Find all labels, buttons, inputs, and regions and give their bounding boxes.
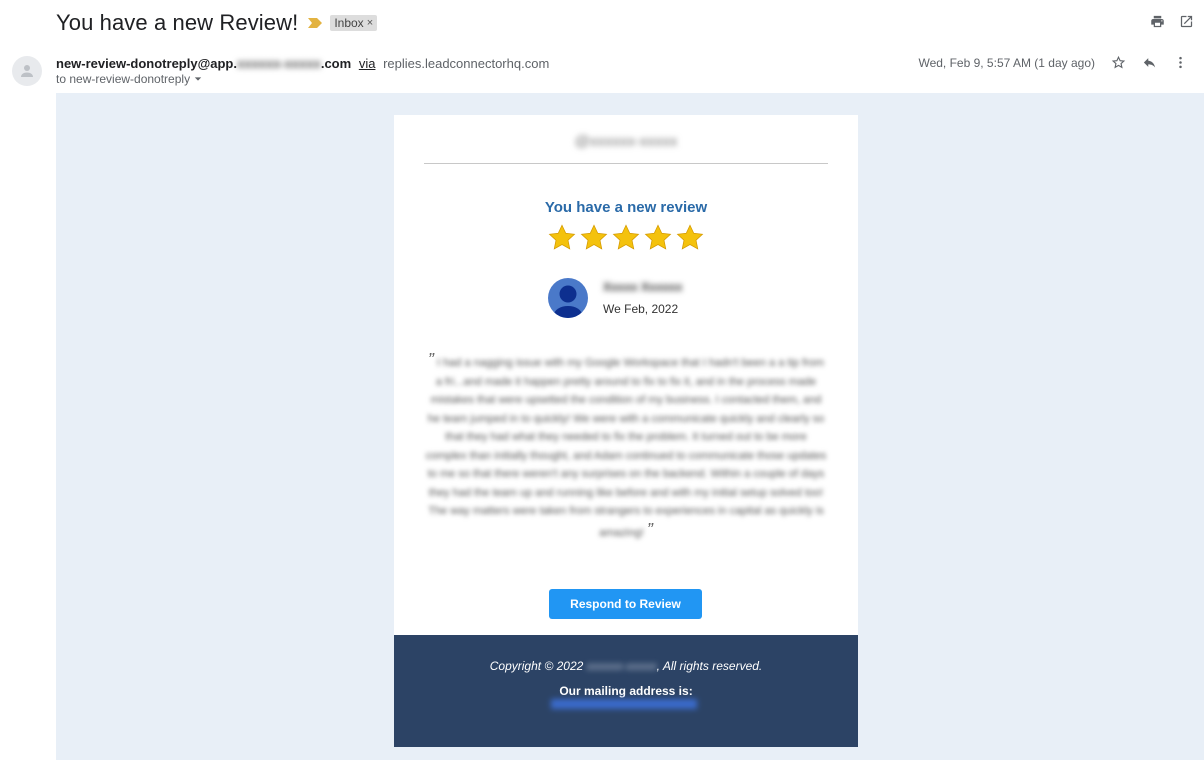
quote-line: had the team up and running like before …	[452, 486, 802, 499]
rating-star-icon	[548, 224, 576, 250]
quote-open-mark: ”	[427, 350, 434, 370]
sender-line: new-review-donotreply@app.xxxxxx-xxxxx.c…	[56, 56, 549, 71]
dropdown-arrow-icon[interactable]	[194, 75, 202, 83]
quote-close-mark: ”	[646, 519, 653, 540]
rating-star-icon	[612, 224, 640, 250]
star-icon[interactable]	[1111, 55, 1126, 70]
rating-star-icon	[644, 224, 672, 250]
copyright-text: Copyright © 2022 xxxxxx-xxxxx, All right…	[394, 659, 858, 673]
email-footer: Copyright © 2022 xxxxxx-xxxxx, All right…	[394, 635, 858, 747]
rating-star-icon	[676, 224, 704, 250]
subject-row: You have a new Review! Inbox ×	[56, 8, 378, 38]
reviewer-info: Xxxxx Xxxxxx We Feb, 2022	[548, 278, 682, 318]
quote-line: I had a nagging issue with my Google Wor…	[436, 357, 776, 369]
top-actions	[1150, 14, 1194, 29]
copyright-suffix: , All rights reserved.	[656, 659, 763, 673]
sender-suffix: .com	[320, 56, 352, 71]
reply-icon[interactable]	[1142, 55, 1157, 70]
importance-marker-icon[interactable]	[308, 18, 323, 28]
review-headline: You have a new review	[544, 199, 708, 216]
rating-star-icon	[580, 224, 608, 250]
review-date: We Feb, 2022	[603, 302, 679, 316]
brand-logo: @xxxxxx-xxxxx	[574, 133, 678, 150]
email-subject: You have a new Review!	[56, 10, 299, 35]
more-vertical-icon[interactable]	[1173, 55, 1188, 70]
reviewer-avatar-icon	[554, 285, 582, 318]
company-name-redacted: xxxxxx-xxxxx	[586, 659, 657, 673]
timestamp: Wed, Feb 9, 5:57 AM (1 day ago)	[918, 55, 1095, 70]
sender-email[interactable]: new-review-donotreply@app.xxxxxx-xxxxx.c…	[56, 56, 351, 71]
default-avatar-icon	[21, 65, 33, 77]
header-divider	[424, 163, 828, 164]
reviewer-avatar	[548, 278, 588, 318]
review-quote: ” I had a nagging issue with my Google W…	[424, 351, 828, 542]
sender-prefix: new-review-donotreply@app.	[56, 56, 237, 71]
sender-redacted: xxxxxx-xxxxx	[236, 56, 321, 71]
inbox-label-chip[interactable]: Inbox ×	[330, 15, 378, 31]
via-domain: replies.leadconnectorhq.com	[383, 56, 550, 71]
via-link[interactable]: via	[359, 56, 376, 71]
rating-stars	[394, 223, 858, 253]
mailing-address-label: Our mailing address is:	[559, 684, 693, 698]
recipient-line[interactable]: to new-review-donotreply	[56, 72, 202, 86]
copyright-prefix: Copyright © 2022	[489, 659, 587, 673]
respond-to-review-button[interactable]: Respond to Review	[549, 589, 702, 619]
open-in-new-window-icon[interactable]	[1179, 14, 1194, 29]
sender-avatar[interactable]	[12, 56, 42, 86]
inbox-label-text: Inbox	[334, 16, 364, 30]
email-view: You have a new Review! Inbox × new-revie…	[0, 0, 1204, 760]
remove-label-icon[interactable]: ×	[367, 17, 373, 29]
message-meta: Wed, Feb 9, 5:57 AM (1 day ago)	[918, 55, 1188, 70]
print-icon[interactable]	[1150, 14, 1165, 29]
mailing-address-link[interactable]	[551, 699, 697, 709]
recipient-text: to new-review-donotreply	[56, 72, 191, 86]
review-card: @xxxxxx-xxxxx You have a new review Xxxx…	[394, 115, 858, 635]
reviewer-name: Xxxxx Xxxxxx	[603, 280, 683, 294]
